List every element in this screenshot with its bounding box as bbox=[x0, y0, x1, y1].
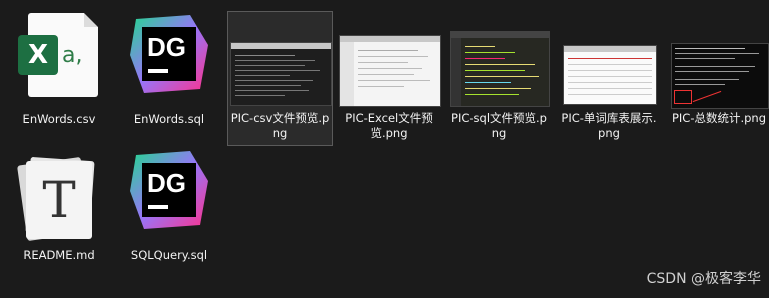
paper-front: T bbox=[26, 161, 92, 239]
file-readme-md[interactable]: T README.md bbox=[6, 150, 112, 268]
datagrip-inner: DG bbox=[142, 163, 196, 217]
file-label: SQLQuery.sql bbox=[130, 248, 208, 262]
file-enwords-csv[interactable]: a, X EnWords.csv bbox=[6, 8, 112, 136]
screenshot-thumbnail bbox=[671, 43, 769, 109]
excel-badge: X bbox=[18, 35, 58, 75]
file-pic-excel-png[interactable]: PIC-Excel文件预览.png bbox=[336, 8, 442, 146]
screenshot-thumbnail bbox=[450, 31, 550, 107]
file-label: EnWords.sql bbox=[133, 112, 205, 126]
datagrip-letters: DG bbox=[147, 32, 186, 62]
file-pic-wordbank-png[interactable]: PIC-单词库表展示.png bbox=[556, 8, 662, 146]
file-pic-csv-png[interactable]: PIC-csv文件预览.png bbox=[227, 11, 333, 146]
watermark: CSDN @极客李华 bbox=[646, 271, 761, 287]
file-label: EnWords.csv bbox=[22, 112, 96, 126]
excel-csv-icon: a, X bbox=[6, 9, 112, 105]
screenshot-thumbnail bbox=[563, 45, 657, 105]
csv-ext-text: a, bbox=[62, 43, 83, 68]
file-label: PIC-csv文件预览.png bbox=[230, 111, 330, 140]
file-pic-total-png[interactable]: PIC-总数统计.png bbox=[666, 8, 769, 146]
datagrip-bar bbox=[148, 69, 168, 73]
datagrip-letters: DG bbox=[147, 168, 186, 198]
file-label: PIC-总数统计.png bbox=[671, 111, 767, 125]
file-sqlquery-sql[interactable]: DG SQLQuery.sql bbox=[116, 150, 222, 268]
typora-icon: T bbox=[6, 151, 112, 243]
datagrip-inner: DG bbox=[142, 27, 196, 81]
file-label: PIC-Excel文件预览.png bbox=[345, 111, 433, 140]
file-pic-sql-png[interactable]: PIC-sql文件预览.png bbox=[446, 8, 552, 146]
file-label: README.md bbox=[23, 248, 95, 262]
file-label: PIC-单词库表展示.png bbox=[561, 111, 657, 140]
datagrip-icon: DG bbox=[130, 15, 208, 93]
file-enwords-sql[interactable]: DG EnWords.sql bbox=[116, 8, 222, 136]
screenshot-thumbnail bbox=[339, 35, 441, 107]
screenshot-thumbnail bbox=[230, 42, 332, 106]
file-label: PIC-sql文件预览.png bbox=[451, 111, 547, 140]
datagrip-icon: DG bbox=[130, 151, 208, 229]
datagrip-bar bbox=[148, 205, 168, 209]
